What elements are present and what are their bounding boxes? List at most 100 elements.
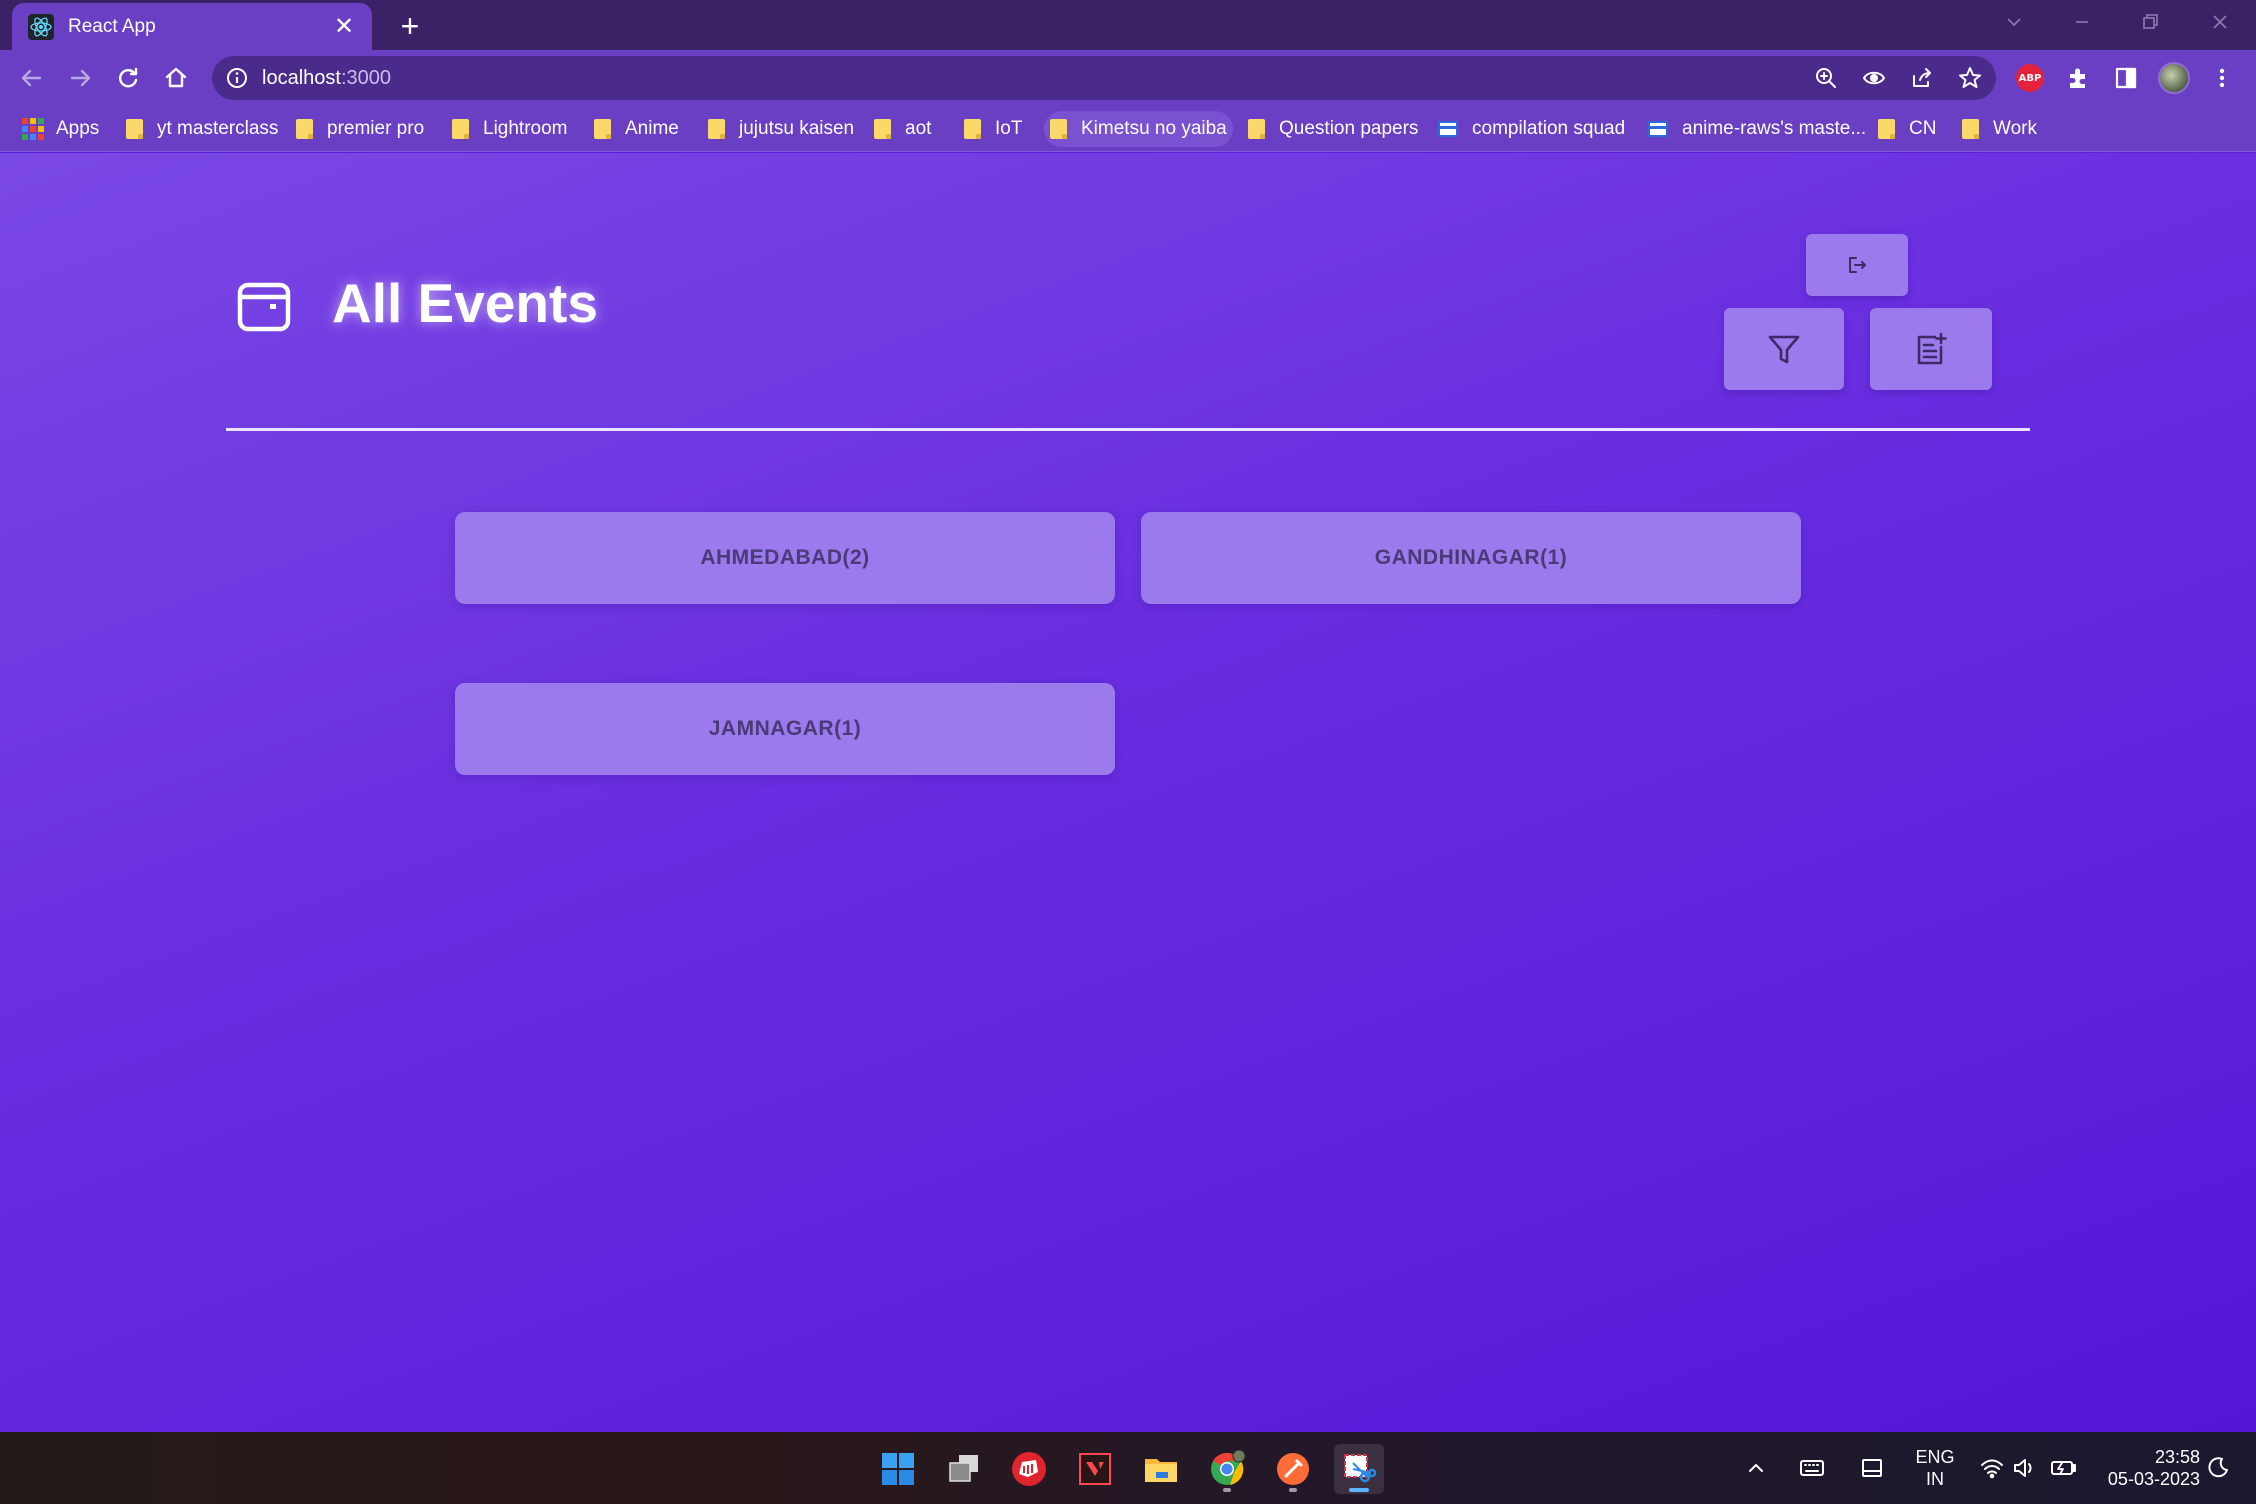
tab-title: React App xyxy=(68,15,156,37)
folder-icon xyxy=(1878,119,1895,139)
chrome-icon[interactable] xyxy=(1202,1444,1252,1494)
close-window-icon[interactable] xyxy=(2186,0,2254,44)
browser-tab[interactable]: React App ✕ xyxy=(12,3,372,50)
bookmark-label: Anime xyxy=(625,118,679,139)
add-event-button[interactable] xyxy=(1870,308,1992,390)
bookmark-label: CN xyxy=(1909,118,1937,139)
region-code: IN xyxy=(1926,1469,1944,1489)
reload-icon[interactable] xyxy=(108,58,148,98)
url-text: localhost:3000 xyxy=(262,67,391,90)
chevron-up-icon[interactable] xyxy=(1740,1452,1772,1484)
bookmark-apps[interactable]: Apps xyxy=(16,111,105,147)
home-icon[interactable] xyxy=(156,58,196,98)
page-viewport: All Events AHMEDABAD(2) GANDHINAGAR(1) J… xyxy=(0,153,2256,1432)
bookmark-folder[interactable]: premier pro xyxy=(290,111,430,147)
clock-time: 23:58 xyxy=(2154,1447,2200,1467)
extensions-puzzle-icon[interactable] xyxy=(2062,62,2094,94)
bookmark-site[interactable]: compilation squad xyxy=(1432,111,1631,147)
url-host: localhost xyxy=(262,67,341,89)
running-indicator xyxy=(1289,1488,1297,1492)
site-icon xyxy=(1648,121,1668,137)
folder-icon xyxy=(1248,119,1265,139)
bookmark-label: Lightroom xyxy=(483,118,568,139)
bookmark-label: yt masterclass xyxy=(157,118,279,139)
bookmark-label: compilation squad xyxy=(1472,118,1626,139)
forward-icon[interactable] xyxy=(60,58,100,98)
restore-icon[interactable] xyxy=(2116,0,2184,44)
bookmark-label: jujutsu kaisen xyxy=(739,118,855,139)
bookmark-folder[interactable]: IoT xyxy=(958,111,1028,147)
folder-icon xyxy=(452,119,469,139)
minimize-icon[interactable] xyxy=(2048,0,2116,44)
city-card-jamnagar[interactable]: JAMNAGAR(1) xyxy=(455,683,1115,775)
url-port: :3000 xyxy=(340,67,391,89)
bookmark-label: aot xyxy=(905,118,932,139)
site-icon xyxy=(1438,121,1458,137)
filter-icon xyxy=(1768,335,1800,364)
clock-date: 05-03-2023 xyxy=(2107,1469,2200,1489)
snipping-tool-icon[interactable] xyxy=(1334,1444,1384,1494)
folder-icon xyxy=(874,119,891,139)
filter-button[interactable] xyxy=(1724,308,1844,390)
side-panel-icon[interactable] xyxy=(2110,62,2142,94)
bookmark-star-icon[interactable] xyxy=(1956,64,1984,92)
city-card-gandhinagar[interactable]: GANDHINAGAR(1) xyxy=(1141,512,1801,604)
valorant-icon[interactable] xyxy=(1070,1444,1120,1494)
kebab-menu-icon[interactable] xyxy=(2206,62,2238,94)
language-indicator[interactable]: ENG IN xyxy=(1910,1446,1960,1490)
new-tab-button[interactable]: + xyxy=(390,6,430,46)
logout-icon xyxy=(1849,257,1866,273)
folder-icon xyxy=(1962,119,1979,139)
bookmark-folder[interactable]: aot xyxy=(868,111,937,147)
zoom-icon[interactable] xyxy=(1812,64,1840,92)
bookmark-folder[interactable]: CN xyxy=(1872,111,1942,147)
address-bar[interactable]: localhost:3000 xyxy=(212,56,1996,100)
bookmark-folder[interactable]: Work xyxy=(1956,111,2043,147)
browser-toolbar: localhost:3000 ABP xyxy=(0,50,2256,106)
apps-grid-icon xyxy=(22,118,44,140)
bookmark-label: Kimetsu no yaiba xyxy=(1081,118,1227,139)
folder-icon xyxy=(1050,119,1067,139)
bookmark-folder[interactable]: Question papers xyxy=(1242,111,1424,147)
bookmark-folder[interactable]: yt masterclass xyxy=(120,111,284,147)
battery-icon[interactable] xyxy=(2048,1452,2080,1484)
language-code: ENG xyxy=(1915,1447,1955,1467)
bookmark-site[interactable]: anime-raws's maste... xyxy=(1642,111,1872,147)
start-windows-icon[interactable] xyxy=(873,1444,923,1494)
adblock-plus-icon[interactable]: ABP xyxy=(2014,62,2046,94)
browser-titlebar: React App ✕ + xyxy=(0,0,2256,50)
bookmark-folder[interactable]: jujutsu kaisen xyxy=(702,111,860,147)
task-view-icon[interactable] xyxy=(939,1444,989,1494)
react-favicon-icon xyxy=(28,13,54,40)
folder-icon xyxy=(126,119,143,139)
page-title: All Events xyxy=(332,272,598,334)
windows-taskbar: ENG IN 23:58 05-03-2023 xyxy=(0,1432,2256,1504)
share-icon[interactable] xyxy=(1908,64,1936,92)
keyboard-icon[interactable] xyxy=(1796,1452,1828,1484)
tab-search-icon[interactable] xyxy=(1980,0,2048,44)
profile-avatar[interactable] xyxy=(2158,62,2190,94)
logout-button[interactable] xyxy=(1806,234,1908,296)
tab-close-icon[interactable]: ✕ xyxy=(330,12,358,41)
postman-icon[interactable] xyxy=(1268,1444,1318,1494)
eye-icon[interactable] xyxy=(1860,64,1888,92)
back-icon[interactable] xyxy=(12,58,52,98)
wifi-icon[interactable] xyxy=(1976,1452,2008,1484)
tablet-mode-icon[interactable] xyxy=(1856,1452,1888,1484)
riot-client-icon[interactable] xyxy=(1004,1444,1054,1494)
focus-moon-icon[interactable] xyxy=(2202,1452,2234,1484)
clock[interactable]: 23:58 05-03-2023 xyxy=(2092,1446,2200,1490)
calendar-icon xyxy=(236,279,292,335)
bookmark-folder[interactable]: Anime xyxy=(588,111,685,147)
add-note-icon xyxy=(1917,332,1947,365)
bookmark-folder[interactable]: Kimetsu no yaiba xyxy=(1044,111,1233,147)
city-card-ahmedabad[interactable]: AHMEDABAD(2) xyxy=(455,512,1115,604)
folder-icon xyxy=(708,119,725,139)
active-indicator xyxy=(1349,1488,1369,1492)
bookmark-label: Work xyxy=(1993,118,2037,139)
file-explorer-icon[interactable] xyxy=(1136,1444,1186,1494)
volume-icon[interactable] xyxy=(2008,1452,2040,1484)
bookmark-folder[interactable]: Lightroom xyxy=(446,111,574,147)
site-info-icon[interactable] xyxy=(226,67,248,89)
folder-icon xyxy=(296,119,313,139)
